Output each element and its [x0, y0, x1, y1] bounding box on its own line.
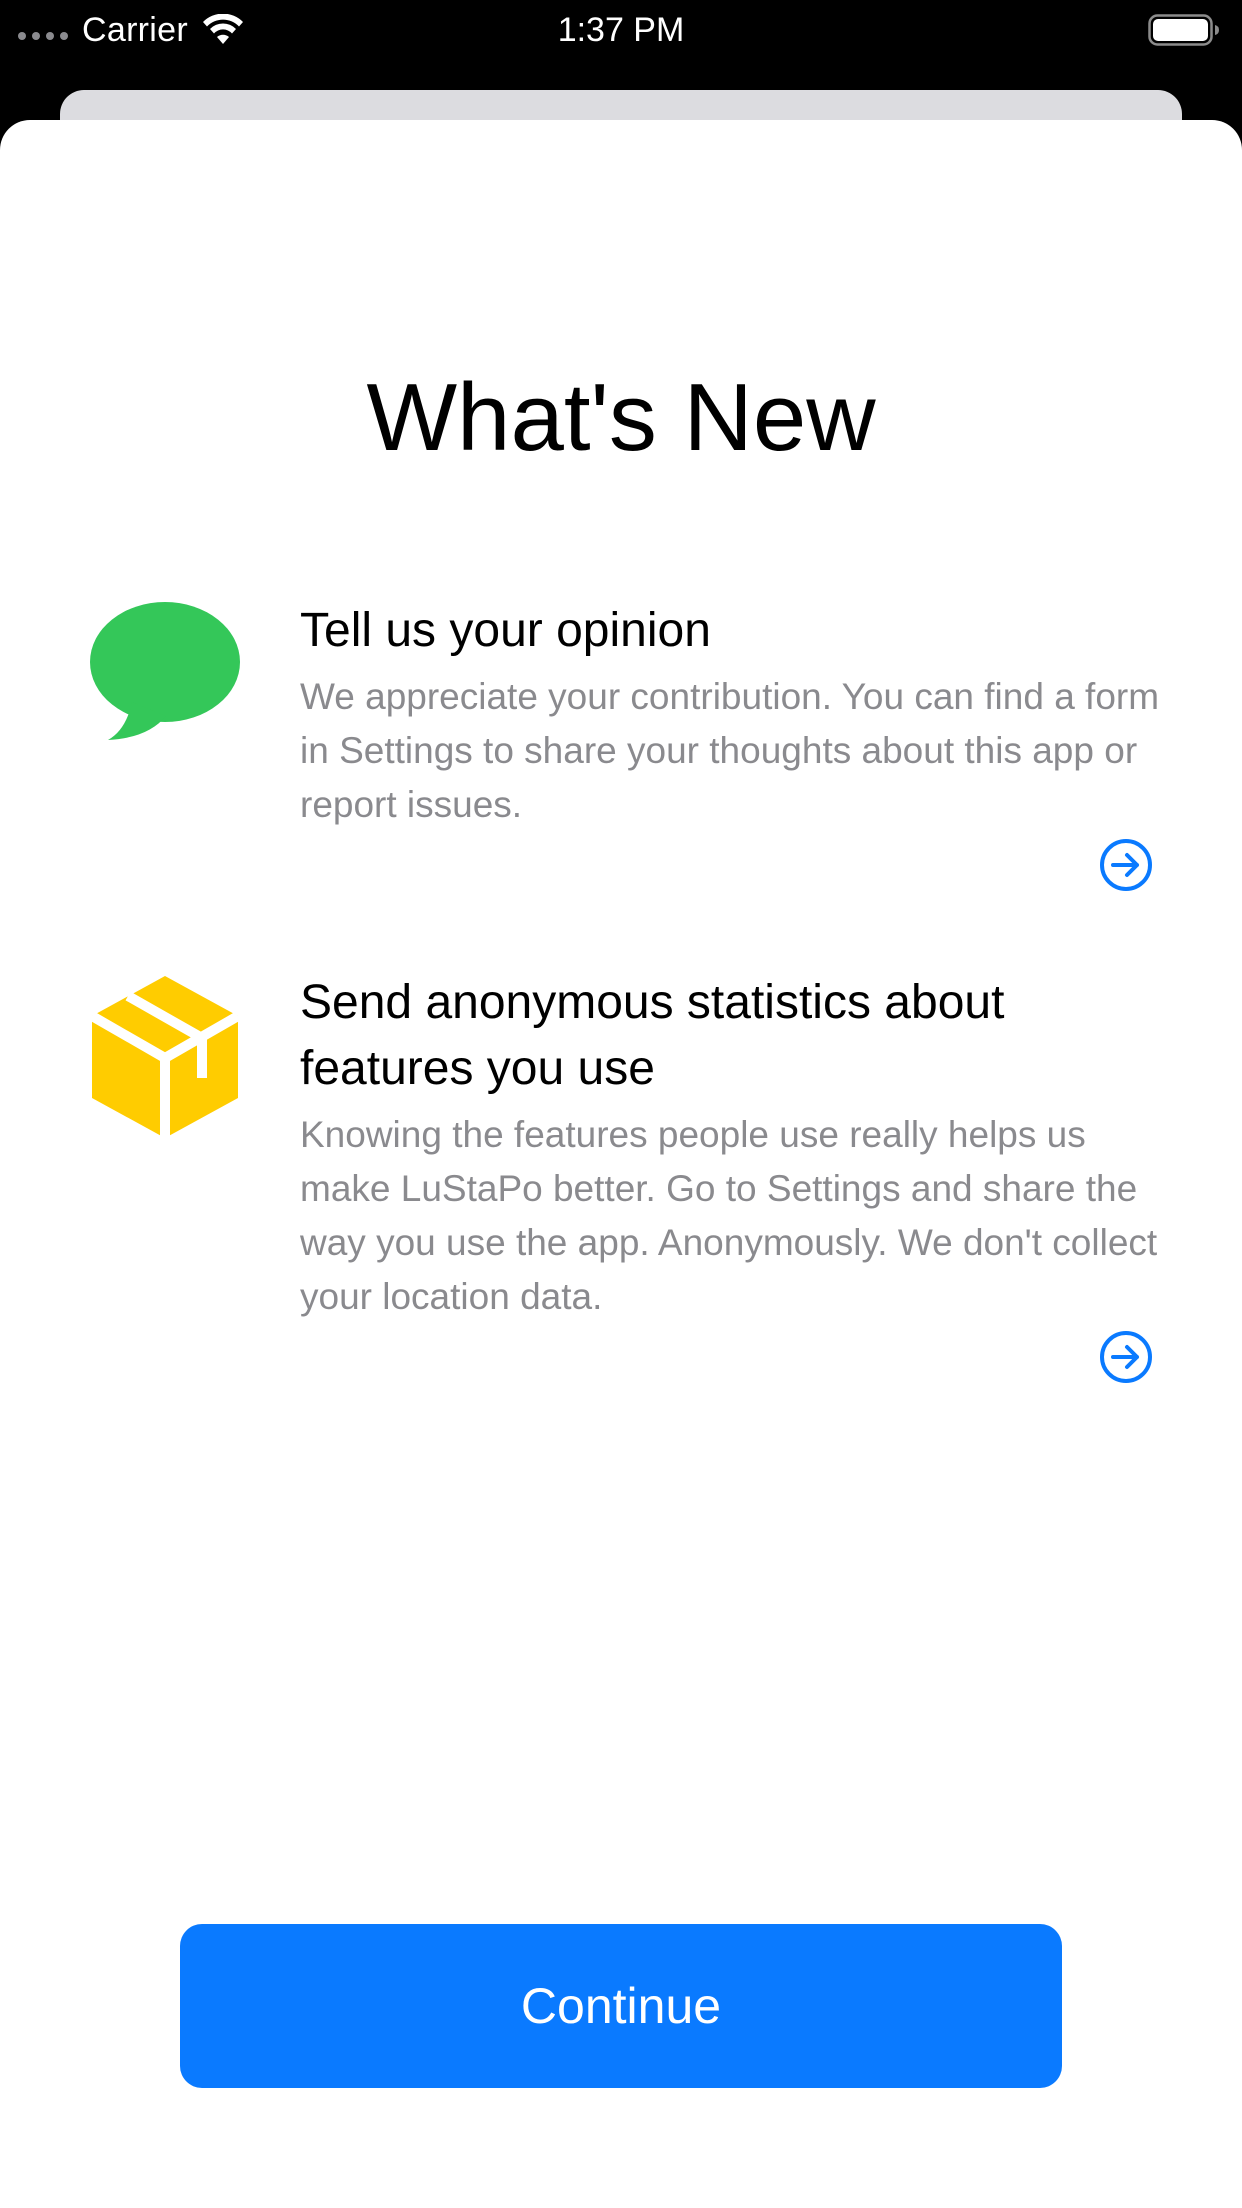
feature-title: Send anonymous statistics about features…	[300, 976, 1005, 1095]
whats-new-sheet: What's New Tell us your opinion We appre…	[0, 120, 1242, 2208]
status-time: 1:37 PM	[557, 11, 685, 49]
battery-icon	[1148, 14, 1219, 46]
feature-opinion-text: Tell us your opinion We appreciate your …	[300, 598, 1160, 832]
feature-title: Tell us your opinion	[300, 604, 711, 657]
arrow-right-circle-icon[interactable]	[1098, 1329, 1154, 1385]
package-box-icon	[89, 976, 241, 1138]
page-title: What's New	[366, 364, 876, 471]
continue-button[interactable]: Continue	[180, 1924, 1062, 2088]
status-bar: Carrier 1:37 PM	[0, 0, 1242, 90]
arrow-right-circle-icon[interactable]	[1098, 837, 1154, 893]
feature-description: We appreciate your contribution. You can…	[300, 676, 1160, 825]
speech-bubble-icon	[90, 602, 240, 740]
feature-description: Knowing the features people use really h…	[300, 1114, 1158, 1317]
feature-statistics-text: Send anonymous statistics about features…	[300, 970, 1160, 1324]
